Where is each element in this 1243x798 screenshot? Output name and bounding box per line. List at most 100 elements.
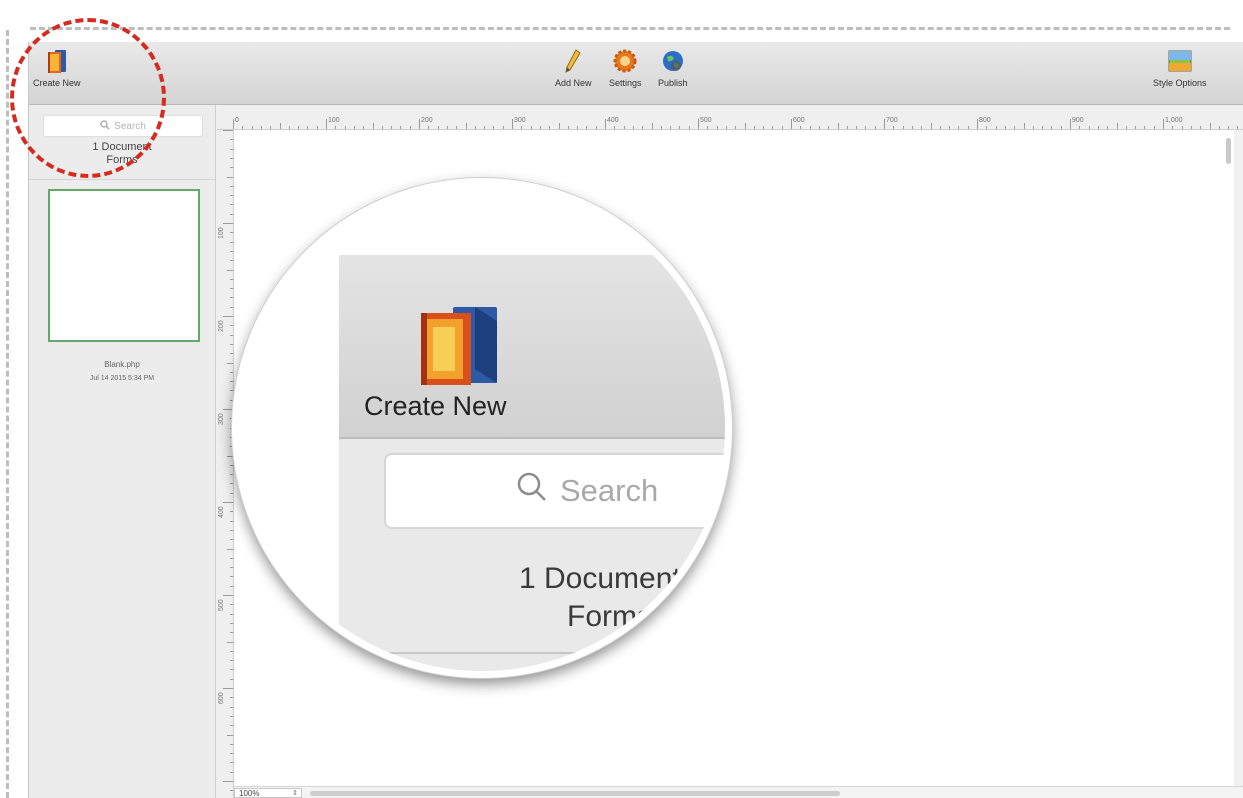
ruler-tick — [230, 371, 233, 373]
ruler-tick — [1023, 123, 1025, 129]
ruler-tick — [874, 126, 876, 129]
toolbar: Create New Add New Settings Publish Styl… — [29, 42, 1243, 105]
ruler-tick — [230, 678, 233, 680]
add-new-button[interactable]: Add New — [555, 48, 592, 88]
ruler-tick — [230, 539, 233, 541]
ruler-tick — [288, 126, 290, 129]
ruler-tick — [577, 126, 579, 129]
ruler-tick — [456, 126, 458, 129]
ruler-tick — [1088, 126, 1090, 129]
ruler-tick — [939, 126, 941, 129]
ruler-tick — [223, 688, 233, 689]
style-options-button[interactable]: Style Options — [1153, 48, 1207, 88]
ruler-tick — [1070, 119, 1071, 129]
ruler-tick — [1135, 126, 1137, 129]
ruler-tick — [230, 250, 233, 252]
ruler-tick — [818, 126, 820, 129]
search-icon — [516, 471, 548, 511]
ruler-tick — [1153, 126, 1155, 129]
ruler-tick — [595, 126, 597, 129]
ruler-label: 800 — [979, 117, 991, 124]
ruler-tick — [1060, 126, 1062, 129]
ruler-tick — [223, 409, 233, 410]
ruler-tick — [1218, 126, 1220, 129]
ruler-tick — [586, 126, 588, 129]
ruler-tick — [521, 126, 523, 129]
ruler-label: 100 — [218, 227, 225, 239]
magnified-forms-label: Forms — [567, 600, 652, 633]
ruler-tick — [967, 126, 969, 129]
ruler-tick — [230, 613, 233, 615]
ruler-tick — [230, 511, 233, 513]
publish-button[interactable]: Publish — [658, 48, 688, 88]
ruler-tick — [1125, 126, 1127, 129]
ruler-tick — [223, 502, 233, 503]
ruler-tick — [846, 126, 848, 129]
ruler-tick — [474, 126, 476, 129]
ruler-tick — [428, 126, 430, 129]
palette-icon — [1167, 48, 1193, 74]
dotted-top-border — [30, 27, 1230, 30]
horizontal-scrollbar[interactable] — [310, 791, 840, 796]
ruler-tick — [230, 790, 233, 792]
ruler-tick — [230, 464, 233, 466]
ruler-tick — [670, 126, 672, 129]
ruler-tick — [230, 725, 233, 727]
ruler-vertical: 100 200 300 400 500 600 — [217, 130, 234, 798]
ruler-tick — [230, 381, 233, 383]
ruler-tick — [381, 126, 383, 129]
ruler-tick — [1209, 123, 1211, 129]
ruler-tick — [809, 126, 811, 129]
ruler-tick — [344, 126, 346, 129]
ruler-tick — [465, 123, 467, 129]
ruler-tick — [986, 126, 988, 129]
ruler-tick — [1163, 119, 1164, 129]
ruler-tick — [230, 213, 233, 215]
ruler-tick — [230, 185, 233, 187]
ruler-tick — [856, 126, 858, 129]
ruler-tick — [921, 126, 923, 129]
ruler-tick — [419, 119, 420, 129]
ruler-tick — [651, 123, 653, 129]
ruler-tick — [230, 139, 233, 141]
ruler-tick — [230, 669, 233, 671]
ruler-tick — [688, 126, 690, 129]
thumbnail-date: Jul 14 2015 5:34 PM — [89, 375, 155, 382]
ruler-tick — [446, 126, 448, 129]
ruler-tick — [230, 529, 233, 531]
ruler-label: 500 — [218, 599, 225, 611]
magnified-search-placeholder: Search — [560, 473, 659, 508]
ruler-tick — [233, 119, 234, 129]
ruler-tick — [227, 641, 233, 643]
publish-label: Publish — [658, 78, 688, 88]
magnified-create-new-label: Create New — [364, 391, 507, 421]
ruler-tick — [270, 126, 272, 129]
ruler-tick — [1079, 126, 1081, 129]
magnified-toolbar: Create New — [339, 255, 725, 439]
ruler-tick — [1116, 123, 1118, 129]
ruler-tick — [223, 223, 233, 224]
ruler-tick — [614, 126, 616, 129]
style-options-label: Style Options — [1153, 78, 1207, 88]
ruler-tick — [223, 595, 233, 596]
settings-button[interactable]: Settings — [609, 48, 642, 88]
ruler-label: 1,000 — [1165, 117, 1183, 124]
gear-icon — [612, 48, 638, 74]
ruler-tick — [716, 126, 718, 129]
ruler-tick — [230, 288, 233, 290]
ruler-tick — [549, 126, 551, 129]
zoom-select[interactable]: 100% ⇕ — [234, 788, 302, 798]
ruler-tick — [911, 126, 913, 129]
ruler-tick — [335, 126, 337, 129]
ruler-tick — [230, 492, 233, 494]
status-bar: 100% ⇕ — [234, 786, 1243, 798]
ruler-tick — [1107, 126, 1109, 129]
document-thumbnail[interactable] — [48, 189, 200, 342]
ruler-tick — [230, 325, 233, 327]
ruler-tick — [437, 126, 439, 129]
ruler-tick — [230, 585, 233, 587]
settings-label: Settings — [609, 78, 642, 88]
ruler-tick — [1237, 126, 1239, 129]
vertical-scrollbar[interactable] — [1226, 138, 1231, 164]
ruler-tick — [230, 632, 233, 634]
